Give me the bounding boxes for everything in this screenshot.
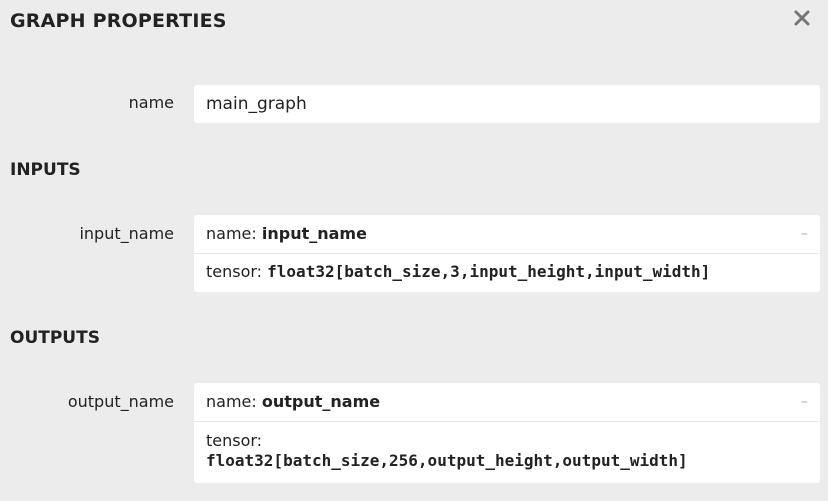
property-label-name: name — [128, 93, 174, 112]
output-tensor-key: tensor: — [206, 431, 263, 450]
input-label: input_name — [79, 224, 174, 243]
close-icon — [794, 10, 810, 26]
input-name-value: input_name — [261, 224, 367, 243]
output-name-line: name: output_name – — [194, 383, 820, 422]
input-collapse-button[interactable]: – — [801, 215, 808, 253]
panel-title: GRAPH PROPERTIES — [10, 10, 227, 32]
output-collapse-button[interactable]: – — [801, 383, 808, 421]
close-button[interactable] — [790, 6, 814, 30]
output-label: output_name — [67, 392, 174, 411]
input-name-key: name: — [206, 224, 262, 243]
output-name-value: output_name — [261, 392, 381, 411]
output-tensor-line: tensor: float32[batch_size,256,output_he… — [194, 422, 820, 481]
outputs-section-title: OUTPUTS — [10, 328, 100, 348]
input-name-line: name: input_name – — [194, 215, 820, 254]
output-argument-box[interactable]: name: output_name – tensor: float32[batc… — [194, 383, 820, 483]
output-tensor-value: float32[batch_size,256,output_height,out… — [206, 451, 688, 470]
input-tensor-line: tensor: float32[batch_size,3,input_heigh… — [194, 254, 820, 292]
property-value-box[interactable]: main_graph — [194, 85, 820, 123]
inputs-section-title: INPUTS — [10, 160, 81, 180]
input-tensor-value: float32[batch_size,3,input_height,input_… — [267, 262, 711, 281]
output-name-key: name: — [206, 392, 262, 411]
property-row-name: name main_graph — [0, 85, 828, 123]
input-argument-box[interactable]: name: input_name – tensor: float32[batch… — [194, 215, 820, 292]
property-value-name: main_graph — [206, 94, 307, 114]
input-tensor-key: tensor: — [206, 262, 268, 281]
